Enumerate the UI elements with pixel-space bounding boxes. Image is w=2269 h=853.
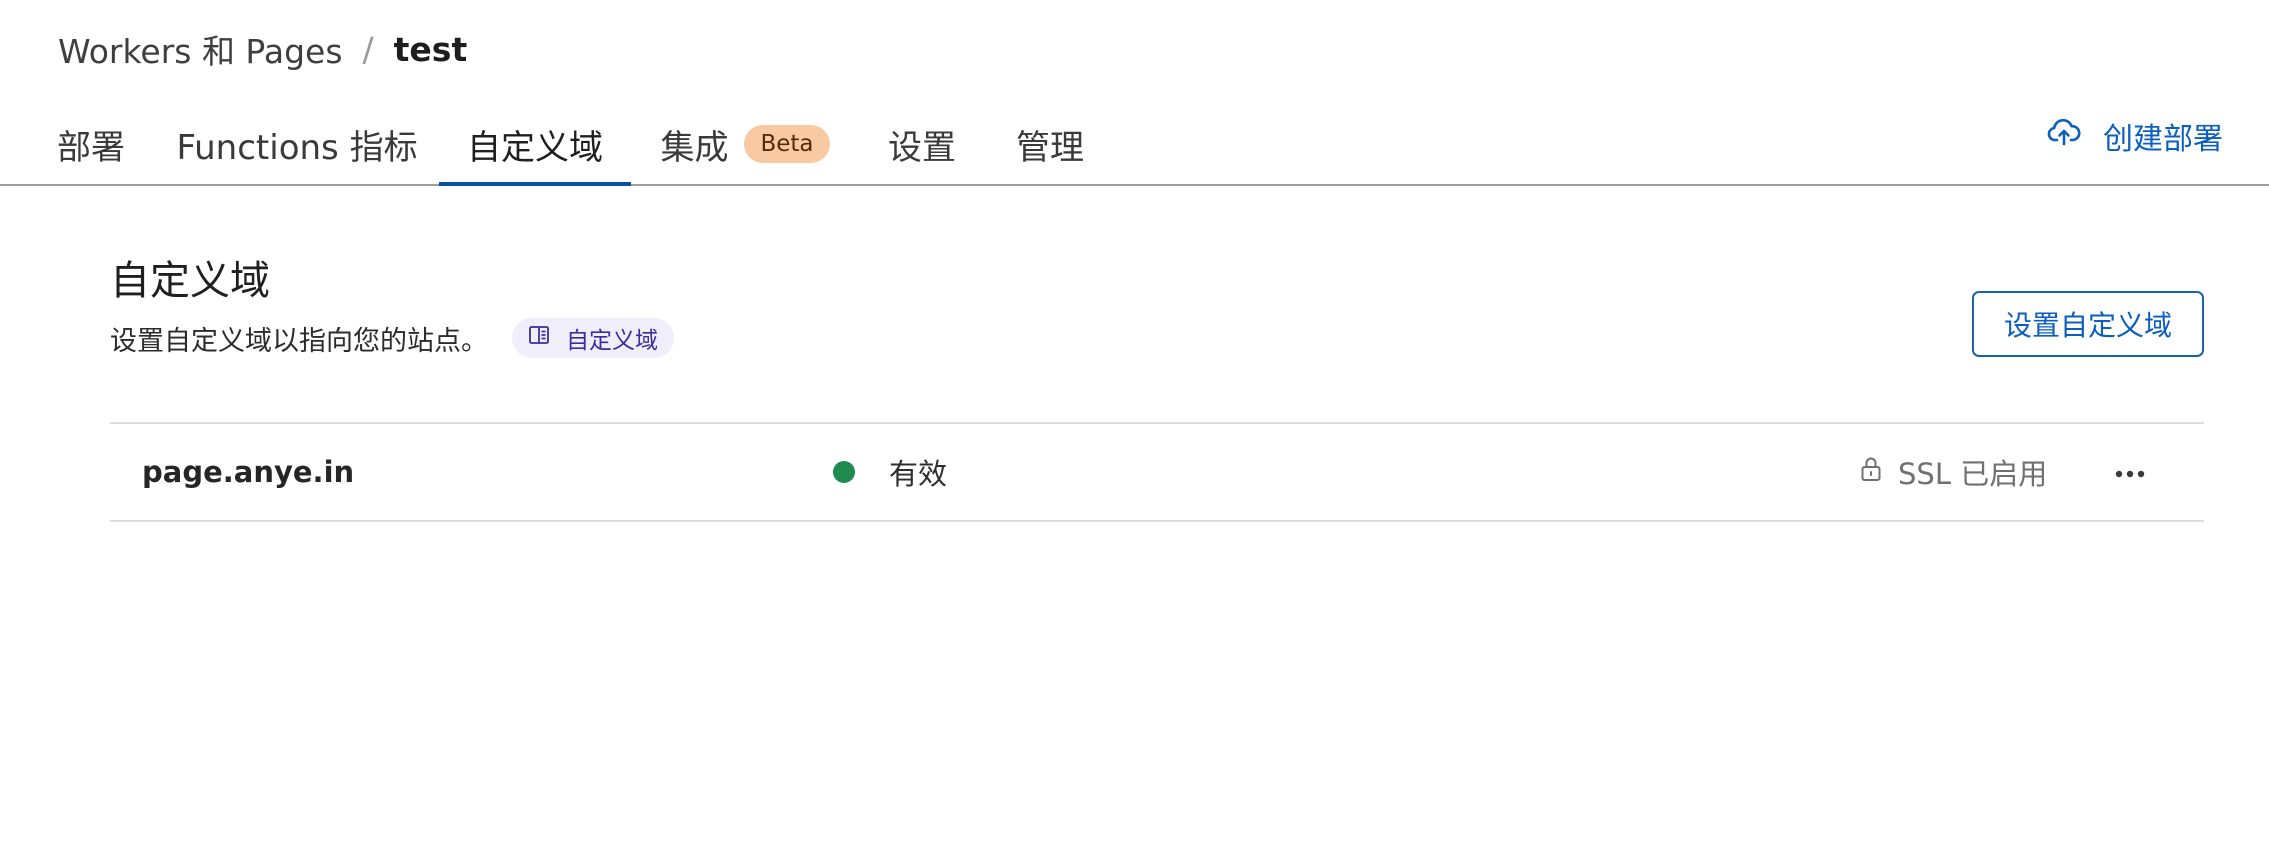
- breadcrumb-current: test: [393, 29, 468, 69]
- tab-label: 集成: [660, 127, 729, 168]
- tab-deployments[interactable]: 部署: [57, 104, 125, 184]
- status-dot-icon: [833, 461, 855, 483]
- tab-label: 管理: [1016, 127, 1084, 168]
- doc-link-label: 自定义域: [566, 328, 658, 354]
- breadcrumb-parent[interactable]: Workers 和 Pages: [58, 25, 343, 73]
- create-deployment-button[interactable]: 创建部署: [2047, 104, 2223, 168]
- section-description: 设置自定义域以指向您的站点。 自定义域: [110, 316, 674, 360]
- breadcrumb: Workers 和 Pages / test: [58, 26, 467, 72]
- custom-domains-doc-link[interactable]: 自定义域: [512, 318, 674, 358]
- setup-custom-domain-button[interactable]: 设置自定义域: [1972, 291, 2204, 357]
- tab-manage[interactable]: 管理: [1016, 104, 1084, 184]
- tab-functions-metrics[interactable]: Functions 指标: [176, 104, 417, 184]
- tab-label: 自定义域: [467, 127, 603, 168]
- create-deployment-label: 创建部署: [2103, 122, 2223, 157]
- ssl-label: SSL 已启用: [1898, 457, 2048, 491]
- cloud-upload-icon: [2047, 118, 2103, 154]
- domain-name[interactable]: page.anye.in: [142, 424, 354, 520]
- ssl-status: SSL 已启用: [1860, 424, 2047, 520]
- domain-status: 有效: [833, 424, 947, 520]
- tab-label: 设置: [888, 127, 956, 168]
- description-text: 设置自定义域以指向您的站点。: [110, 325, 488, 357]
- breadcrumb-separator: /: [362, 29, 374, 69]
- more-options-icon: [2115, 463, 2145, 482]
- tab-bar: 部署 Functions 指标 自定义域 集成 Beta 设置 管理: [0, 104, 2269, 186]
- tab-custom-domains[interactable]: 自定义域: [439, 104, 631, 186]
- domain-row: page.anye.in 有效 SSL 已启用: [110, 422, 2204, 522]
- tab-settings[interactable]: 设置: [888, 104, 956, 184]
- book-icon: [528, 325, 566, 351]
- lock-icon: [1860, 455, 1898, 489]
- more-options-button[interactable]: [2110, 452, 2150, 492]
- page-title: 自定义域: [110, 258, 270, 304]
- tab-integrations[interactable]: 集成 Beta: [660, 104, 830, 184]
- tab-label: Functions 指标: [176, 127, 418, 168]
- beta-badge: Beta: [744, 125, 830, 163]
- tab-label: 部署: [57, 127, 125, 168]
- status-label: 有效: [889, 457, 948, 491]
